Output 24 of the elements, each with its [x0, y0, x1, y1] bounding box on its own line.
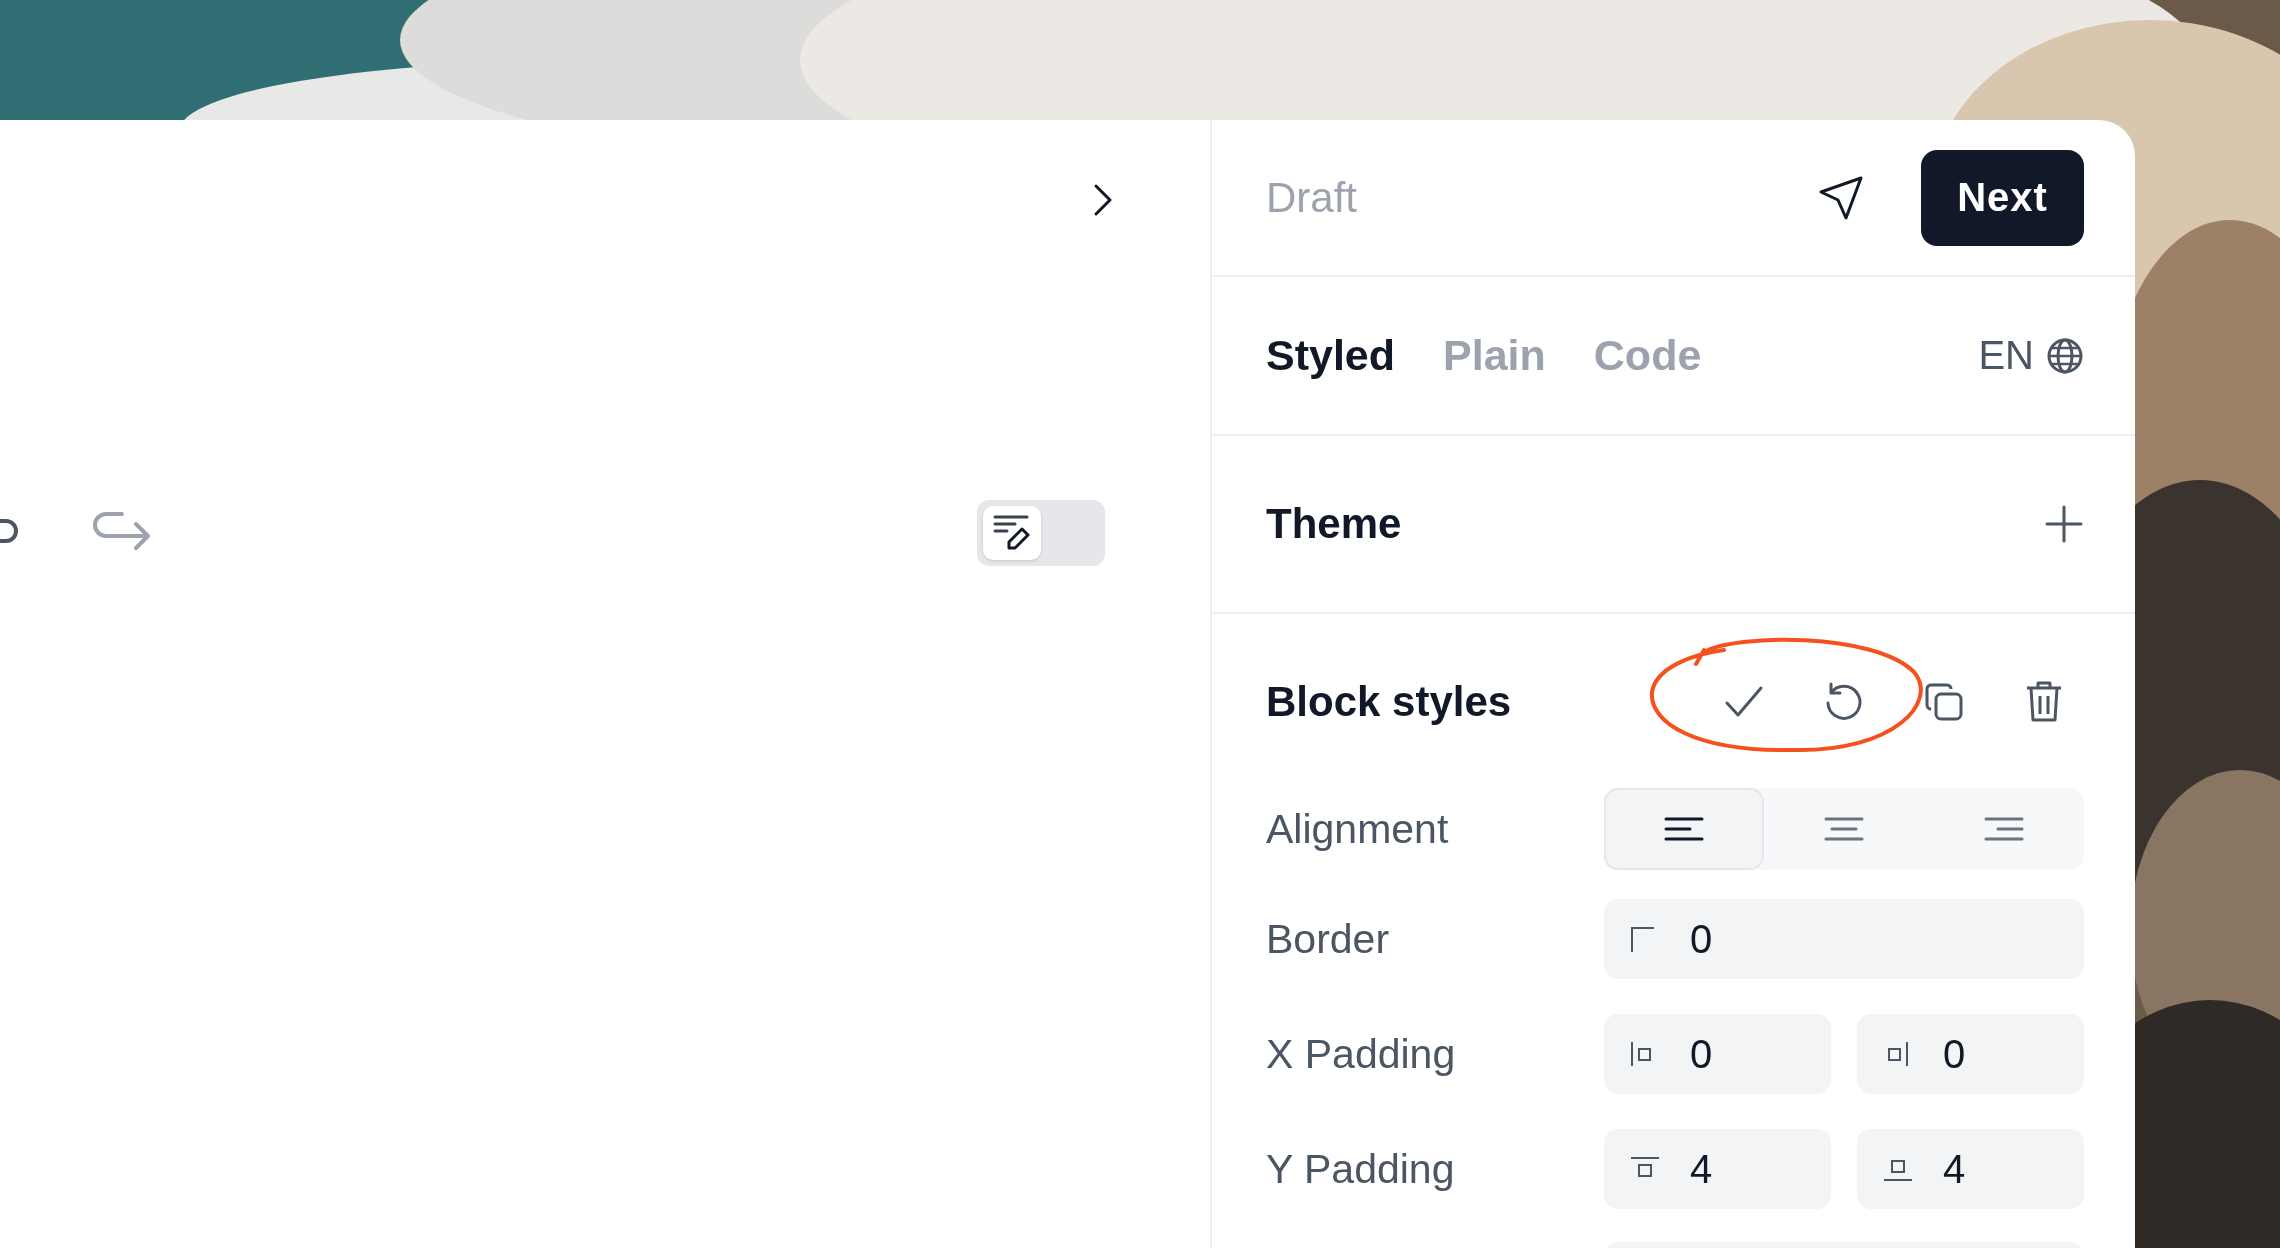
number-field[interactable]: 0 [1857, 1014, 2084, 1094]
corner-icon [1630, 926, 1656, 952]
alignment-option[interactable] [1604, 788, 1764, 870]
align-center-icon [1824, 816, 1864, 842]
field-label: Border [1266, 915, 1391, 963]
number-field[interactable]: 4 [1857, 1129, 2084, 1209]
globe-icon [2046, 336, 2084, 375]
edit-text-icon[interactable] [983, 506, 1041, 560]
field-label: Y Padding [1266, 1145, 1456, 1193]
align-left-icon [1664, 816, 1704, 842]
status-label: Draft [1266, 173, 1357, 222]
field-label: X Padding [1266, 1030, 1457, 1078]
next-button[interactable]: Next [1921, 149, 2084, 246]
view-tab[interactable]: Styled [1266, 331, 1396, 380]
field-label: Alignment [1266, 805, 1450, 853]
language-selector[interactable]: EN [1978, 333, 2084, 378]
number-field[interactable]: 0 [1604, 899, 2084, 979]
section-title: Theme [1266, 500, 1402, 548]
view-toggle[interactable] [977, 500, 1105, 566]
add-icon[interactable] [2044, 504, 2084, 544]
number-field[interactable]: 0 [1604, 1014, 1831, 1094]
section-title: Block styles [1266, 678, 1512, 726]
number-field[interactable]: 4 [1604, 1129, 1831, 1209]
align-right-icon [1984, 816, 2024, 842]
